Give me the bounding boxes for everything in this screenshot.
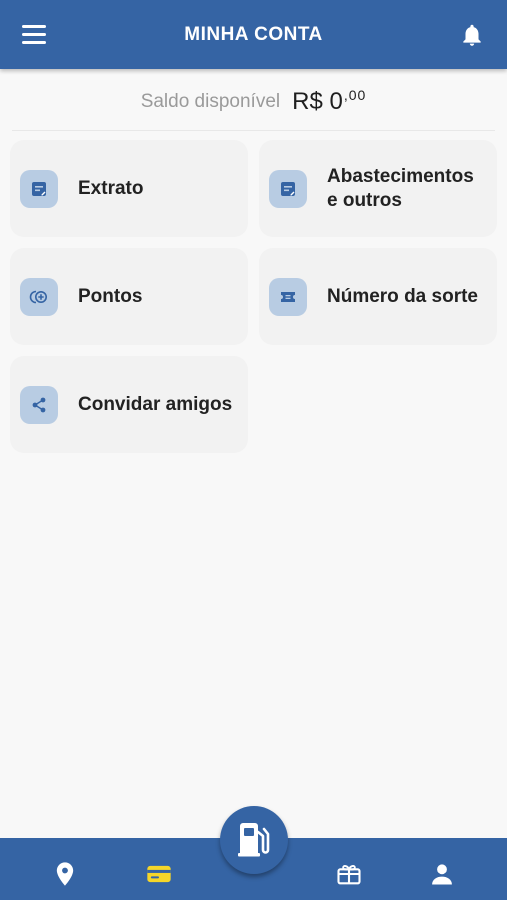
menu-card-abastecimentos[interactable]: Abastecimentos e outros [259, 140, 497, 237]
menu-card-label: Convidar amigos [78, 393, 233, 415]
coins-icon [20, 278, 58, 316]
menu-card-label: Pontos [78, 285, 143, 307]
menu-card-extrato[interactable]: Extrato [10, 140, 248, 237]
menu-card-convidar-amigos[interactable]: Convidar amigos [10, 356, 248, 453]
app-header: MINHA CONTA [0, 0, 507, 69]
share-icon [20, 386, 58, 424]
nav-wallet-card-icon[interactable] [145, 860, 175, 890]
bell-icon[interactable] [459, 22, 485, 48]
balance-amount: R$ 0,00 [292, 87, 367, 116]
menu-card-numero-da-sorte[interactable]: Número da sorte [259, 248, 497, 345]
menu-card-label: Extrato [78, 177, 144, 199]
fuel-pump-icon [238, 823, 270, 857]
statement-icon [20, 170, 58, 208]
balance-amount-value: R$ 0 [292, 88, 343, 115]
menu-card-label: Abastecimentos e outros [327, 165, 474, 211]
divider [12, 130, 495, 131]
fuel-pump-button[interactable] [220, 806, 288, 874]
balance-row: Saldo disponível R$ 0,00 [0, 87, 507, 124]
fueling-list-icon [269, 170, 307, 208]
page-title: MINHA CONTA [184, 24, 323, 45]
menu-card-pontos[interactable]: Pontos [10, 248, 248, 345]
balance-amount-cents: ,00 [343, 87, 367, 103]
nav-gift-icon[interactable] [335, 860, 365, 890]
nav-person-icon[interactable] [428, 860, 458, 890]
ticket-icon [269, 278, 307, 316]
balance-label: Saldo disponível [140, 91, 281, 112]
nav-location-pin-icon[interactable] [51, 860, 81, 890]
menu-card-label: Número da sorte [327, 285, 478, 307]
